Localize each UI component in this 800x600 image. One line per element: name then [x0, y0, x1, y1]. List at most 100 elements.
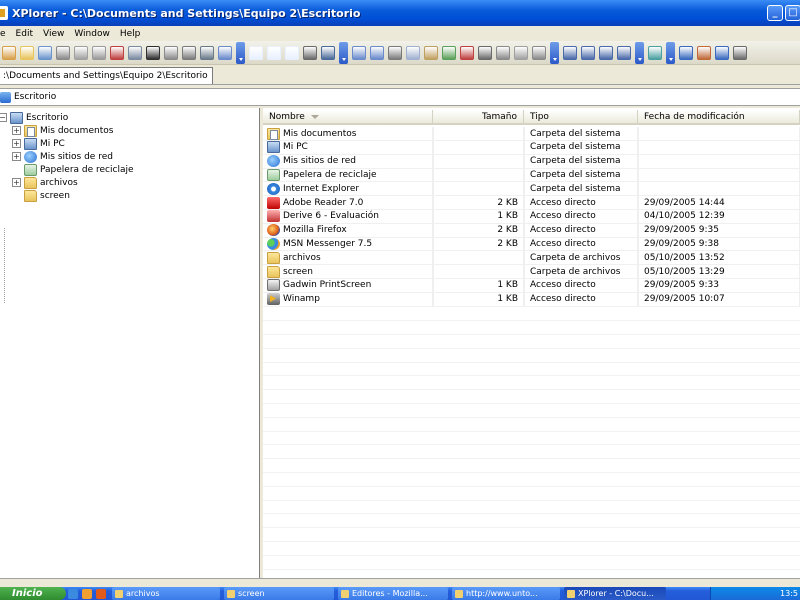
remove-icon[interactable]: [460, 45, 474, 60]
expand-icon[interactable]: +: [12, 178, 21, 187]
file-row[interactable]: Derive 6 - Evaluación 1 KB Acceso directo 0…: [263, 209, 800, 224]
grid-line: [263, 568, 800, 570]
back-icon[interactable]: [2, 45, 16, 60]
paste-icon[interactable]: [424, 45, 438, 60]
redo-icon[interactable]: [370, 45, 384, 60]
console-icon[interactable]: [146, 45, 160, 60]
menu-item-window[interactable]: Window: [69, 29, 115, 39]
file-name-cell: Mis sitios de red: [263, 154, 433, 169]
address-bar[interactable]: Escritorio: [0, 88, 800, 106]
toolbar-chevron-1[interactable]: [339, 41, 348, 64]
home-icon[interactable]: [697, 45, 711, 60]
share-icon[interactable]: [182, 45, 196, 60]
quicklaunch-ie-icon[interactable]: [68, 589, 78, 599]
maximize-button[interactable]: □: [785, 5, 800, 21]
map-drive-icon[interactable]: [200, 45, 214, 60]
collapse-icon[interactable]: −: [0, 113, 7, 122]
file-list[interactable]: Nombre Tamaño Tipo Fecha de modificación…: [263, 108, 800, 578]
file-row[interactable]: Mis documentos Carpeta del sistema: [263, 126, 800, 141]
tree-item[interactable]: + archivos: [12, 176, 78, 189]
copy-icon[interactable]: [406, 45, 420, 60]
properties-icon[interactable]: [128, 45, 142, 60]
window2-icon[interactable]: [267, 45, 281, 60]
file-row[interactable]: Mozilla Firefox 2 KB Acceso directo 29/09/2…: [263, 223, 800, 238]
note-icon[interactable]: [442, 45, 456, 60]
delete-icon[interactable]: [110, 45, 124, 60]
panel-icon[interactable]: [321, 45, 335, 60]
menu-item-view[interactable]: View: [38, 29, 69, 39]
tree-item[interactable]: + Mis documentos: [12, 124, 113, 137]
burn-icon[interactable]: [514, 45, 528, 60]
column-header-size[interactable]: Tamaño: [433, 110, 524, 125]
file-row[interactable]: Papelera de reciclaje Carpeta del sistema: [263, 167, 800, 183]
toolbar-chevron-2[interactable]: [550, 41, 559, 64]
file-row[interactable]: archivos Carpeta de archivos 05/10/2005 13…: [263, 250, 800, 266]
sort-az-icon[interactable]: [563, 45, 577, 60]
tree-view-icon[interactable]: [599, 45, 613, 60]
system-tray: 13:5: [710, 587, 800, 600]
file-row[interactable]: Internet Explorer Carpeta del sistema: [263, 181, 800, 197]
tree-item[interactable]: Papelera de reciclaje: [12, 163, 134, 176]
new-window-icon[interactable]: [38, 45, 52, 60]
drive-icon[interactable]: [496, 45, 510, 60]
toolbar-chevron-3[interactable]: [635, 41, 644, 64]
file-row[interactable]: Gadwin PrintScreen 1 KB Acceso directo 29/0…: [263, 278, 800, 293]
brush-icon[interactable]: [303, 45, 317, 60]
grid-line: [263, 361, 800, 363]
thumbnail-icon[interactable]: [648, 45, 662, 60]
expand-icon[interactable]: +: [12, 152, 21, 161]
folder-open-icon[interactable]: [20, 45, 34, 60]
tab-icon[interactable]: [56, 45, 70, 60]
start-button[interactable]: Inicio: [0, 587, 66, 600]
status-bar: [0, 578, 800, 587]
minimize-button[interactable]: _: [767, 5, 783, 21]
title-bar[interactable]: XPlorer - C:\Documents and Settings\Equi…: [0, 0, 800, 26]
menu-item-e[interactable]: e: [0, 29, 11, 39]
cut-icon[interactable]: [388, 45, 402, 60]
taskbar-button[interactable]: screen: [224, 587, 334, 600]
more-icon[interactable]: [733, 45, 747, 60]
toolbar-chevron-0[interactable]: [236, 41, 245, 64]
info-icon[interactable]: [715, 45, 729, 60]
file-row[interactable]: screen Carpeta de archivos 05/10/2005 13:2…: [263, 264, 800, 279]
quicklaunch-desktop-icon[interactable]: [82, 589, 92, 599]
taskbar-button[interactable]: http://www.unto...: [452, 587, 560, 600]
send-icon[interactable]: [532, 45, 546, 60]
help-icon[interactable]: [679, 45, 693, 60]
window-icon[interactable]: [249, 45, 263, 60]
window3-icon[interactable]: [285, 45, 299, 60]
toolbar-chevron-4[interactable]: [666, 41, 675, 64]
details-view-icon[interactable]: [581, 45, 595, 60]
expand-icon[interactable]: +: [12, 139, 21, 148]
search-icon[interactable]: [218, 45, 232, 60]
path-tab[interactable]: :\Documents and Settings\Equipo 2\Escrit…: [0, 67, 213, 84]
menu-item-edit[interactable]: Edit: [11, 29, 38, 39]
taskbar-button[interactable]: Editores - Mozilla...: [338, 587, 448, 600]
copy-path-icon[interactable]: [74, 45, 88, 60]
file-row[interactable]: Mi PC Carpeta del sistema: [263, 140, 800, 155]
quicklaunch-firefox-icon[interactable]: [96, 589, 106, 599]
move-icon[interactable]: [478, 45, 492, 60]
expand-icon[interactable]: +: [12, 126, 21, 135]
taskbar-button[interactable]: archivos: [112, 587, 220, 600]
file-row[interactable]: Adobe Reader 7.0 2 KB Acceso directo 29/09/…: [263, 195, 800, 210]
column-header-name[interactable]: Nombre: [263, 110, 433, 125]
file-row[interactable]: Mis sitios de red Carpeta del sistema: [263, 154, 800, 169]
column-header-date[interactable]: Fecha de modificación: [638, 110, 800, 125]
column-header-type[interactable]: Tipo: [524, 110, 638, 125]
tree-item[interactable]: + Mis sitios de red: [12, 150, 113, 163]
folder-tree[interactable]: − Escritorio + Mis documentos + Mi PC + Mis sit…: [0, 108, 260, 578]
menu-item-help[interactable]: Help: [115, 29, 146, 39]
taskbar-button[interactable]: XPlorer - C:\Docu...: [564, 587, 666, 600]
tree-item[interactable]: + Mi PC: [12, 137, 65, 150]
rename-icon[interactable]: [92, 45, 106, 60]
file-row[interactable]: MSN Messenger 7.5 2 KB Acceso directo 29/09…: [263, 236, 800, 252]
tree-item[interactable]: − Escritorio: [0, 111, 68, 124]
column-separator: [433, 127, 434, 307]
grid-view-icon[interactable]: [617, 45, 631, 60]
hand-icon[interactable]: [164, 45, 178, 60]
tree-item[interactable]: screen: [12, 189, 70, 202]
file-name-cell: Mi PC: [263, 140, 433, 155]
undo-icon[interactable]: [352, 45, 366, 60]
file-row[interactable]: Winamp 1 KB Acceso directo 29/09/2005 10:07: [263, 292, 800, 307]
